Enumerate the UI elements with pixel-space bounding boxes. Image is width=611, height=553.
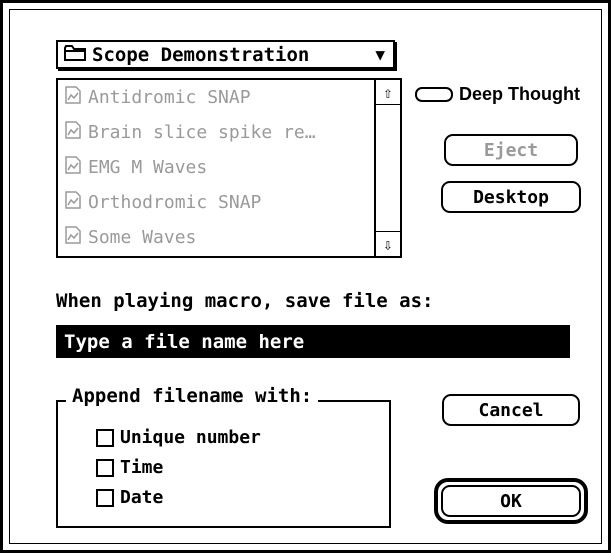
time-checkbox[interactable]: Time bbox=[96, 457, 163, 478]
checkbox-label: Time bbox=[120, 457, 164, 478]
drive-label: Deep Thought bbox=[459, 84, 580, 104]
save-prompt-label: When playing macro, save file as: bbox=[56, 290, 434, 312]
drive-name: Deep Thought bbox=[415, 84, 580, 105]
checkbox-label: Unique number bbox=[120, 427, 261, 448]
filename-input[interactable] bbox=[56, 325, 570, 358]
scroll-up-arrow-icon[interactable]: ⇧ bbox=[376, 80, 400, 105]
document-icon bbox=[64, 191, 82, 214]
cancel-button[interactable]: Cancel bbox=[442, 394, 580, 426]
folder-icon bbox=[64, 44, 86, 66]
list-item[interactable]: Brain slice spike re… bbox=[58, 115, 376, 150]
list-item-label: EMG M Waves bbox=[88, 157, 208, 178]
ok-button[interactable]: OK bbox=[441, 485, 581, 517]
folder-popup[interactable]: Scope Demonstration ▼ bbox=[56, 40, 395, 69]
checkbox-box[interactable] bbox=[96, 458, 114, 477]
list-item[interactable]: EMG M Waves bbox=[58, 150, 376, 185]
folder-popup-label: Scope Demonstration bbox=[92, 43, 310, 66]
list-item-label: Some Waves bbox=[88, 227, 197, 248]
chevron-down-icon: ▼ bbox=[375, 45, 385, 64]
list-scrollbar[interactable]: ⇧ ⇩ bbox=[374, 80, 400, 256]
document-icon bbox=[64, 226, 82, 249]
scroll-down-arrow-icon[interactable]: ⇩ bbox=[376, 231, 400, 256]
file-list[interactable]: Antidromic SNAP Brain slice spike re… EM… bbox=[56, 78, 402, 258]
unique-number-checkbox[interactable]: Unique number bbox=[96, 427, 261, 448]
checkbox-box[interactable] bbox=[96, 428, 114, 447]
list-item-label: Antidromic SNAP bbox=[88, 87, 251, 108]
list-item[interactable]: Orthodromic SNAP bbox=[58, 185, 376, 220]
list-item-label: Brain slice spike re… bbox=[88, 122, 316, 143]
document-icon bbox=[64, 86, 82, 109]
list-item[interactable]: Some Waves bbox=[58, 220, 376, 255]
desktop-button[interactable]: Desktop bbox=[441, 181, 581, 213]
date-checkbox[interactable]: Date bbox=[96, 487, 163, 508]
drive-icon bbox=[415, 87, 453, 102]
list-item[interactable]: Antidromic SNAP bbox=[58, 80, 376, 115]
checkbox-label: Date bbox=[120, 487, 164, 508]
document-icon bbox=[64, 121, 82, 144]
eject-button[interactable]: Eject bbox=[444, 134, 578, 166]
checkbox-box[interactable] bbox=[96, 488, 114, 507]
document-icon bbox=[64, 156, 82, 179]
save-dialog: Scope Demonstration ▼ Antidromic SNAP Br… bbox=[0, 0, 611, 553]
append-group-legend: Append filename with: bbox=[66, 385, 319, 407]
list-item-label: Orthodromic SNAP bbox=[88, 192, 262, 213]
